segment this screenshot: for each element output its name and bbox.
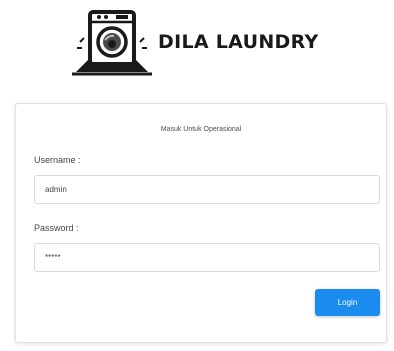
password-input[interactable] <box>34 243 380 272</box>
username-input[interactable] <box>34 175 380 204</box>
brand-header: DILA LAUNDRY <box>72 6 342 78</box>
username-label: Username : <box>34 155 81 165</box>
login-button[interactable]: Login <box>315 289 380 316</box>
login-page: DILA LAUNDRY Masuk Untuk Operasional Use… <box>0 0 394 351</box>
login-title: Masuk Untuk Operasional <box>160 126 242 133</box>
washing-machine-icon <box>72 10 152 76</box>
password-label: Password : <box>34 223 79 233</box>
login-card: Masuk Untuk Operasional Username : Passw… <box>15 103 387 343</box>
brand-name: DILA LAUNDRY <box>158 31 319 53</box>
